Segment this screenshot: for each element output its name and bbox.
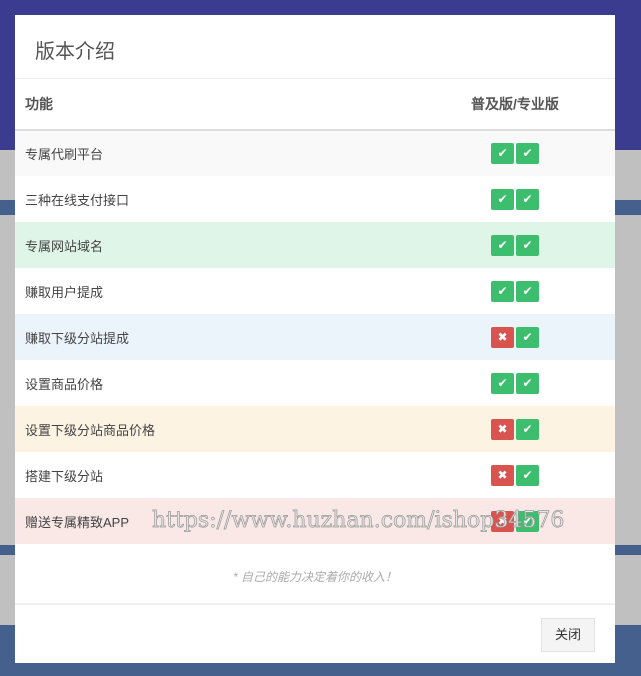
version-support: ✔ ✔ [415, 176, 615, 222]
version-support: ✖ ✔ [415, 498, 615, 544]
check-icon: ✔ [491, 234, 514, 256]
check-icon: ✔ [516, 280, 539, 302]
check-icon: ✔ [491, 143, 514, 164]
check-icon: ✔ [491, 372, 514, 394]
x-icon: ✖ [491, 418, 514, 440]
feature-name: 专属网站域名 [25, 238, 104, 254]
feature-name: 赚取用户提成 [25, 284, 104, 300]
feature-name: 赚取下级分站提成 [25, 330, 130, 346]
table-row: 专属代刷平台 ✔ ✔ [15, 130, 615, 176]
version-support: ✔ ✔ [415, 360, 615, 406]
check-icon: ✔ [516, 372, 539, 394]
check-icon: ✔ [516, 188, 539, 210]
check-icon: ✔ [516, 464, 539, 486]
table-row: 专属网站域名 ✔ ✔ [15, 222, 615, 268]
table-row: 三种在线支付接口 ✔ ✔ [15, 176, 615, 222]
table-row: 赠送专属精致APP ✖ ✔ [15, 498, 615, 544]
version-modal: 版本介绍 功能 普及版/专业版 专属代刷平台 ✔ ✔ 三种在线支付接口 ✔ ✔ 专属网站域名… [15, 15, 615, 663]
footer-note: * 自己的能力决定着你的收入！ [15, 544, 615, 604]
feature-name: 搭建下级分站 [25, 468, 104, 484]
modal-footer: 关闭 [15, 604, 615, 663]
feature-name: 设置下级分站商品价格 [25, 422, 156, 438]
version-support: ✔ ✔ [415, 268, 615, 314]
check-icon: ✔ [491, 280, 514, 302]
table-row: 赚取下级分站提成 ✖ ✔ [15, 314, 615, 360]
background-panel [0, 555, 15, 625]
background-panel [0, 150, 15, 200]
check-icon: ✔ [516, 418, 539, 440]
check-icon: ✔ [516, 143, 539, 164]
version-support: ✖ ✔ [415, 406, 615, 452]
table-row: 赚取用户提成 ✔ ✔ [15, 268, 615, 314]
version-support: ✔ ✔ [415, 222, 615, 268]
version-support: ✖ ✔ [415, 314, 615, 360]
check-icon: ✔ [491, 188, 514, 210]
table-row: 设置商品价格 ✔ ✔ [15, 360, 615, 406]
x-icon: ✖ [491, 326, 514, 348]
feature-table: 功能 普及版/专业版 专属代刷平台 ✔ ✔ 三种在线支付接口 ✔ ✔ 专属网站域名 ✔ ✔ 赚取用… [15, 79, 615, 544]
feature-name: 赠送专属精致APP [25, 514, 130, 530]
header-feature: 功能 [15, 79, 415, 131]
table-row: 搭建下级分站 ✖ ✔ [15, 452, 615, 498]
feature-name: 设置商品价格 [25, 376, 104, 392]
check-icon: ✔ [516, 510, 539, 532]
background-panel [0, 215, 15, 545]
header-version: 普及版/专业版 [415, 79, 615, 131]
version-support: ✔ ✔ [415, 130, 615, 176]
x-icon: ✖ [491, 510, 514, 532]
feature-name: 专属代刷平台 [25, 147, 104, 162]
x-icon: ✖ [491, 464, 514, 486]
check-icon: ✔ [516, 326, 539, 348]
version-support: ✖ ✔ [415, 452, 615, 498]
close-button[interactable]: 关闭 [541, 618, 595, 652]
feature-name: 三种在线支付接口 [25, 192, 130, 208]
background-panel [615, 215, 641, 545]
background-panel [615, 555, 641, 625]
modal-title: 版本介绍 [15, 15, 615, 79]
table-row: 设置下级分站商品价格 ✖ ✔ [15, 406, 615, 452]
check-icon: ✔ [516, 234, 539, 256]
background-panel [615, 150, 641, 200]
